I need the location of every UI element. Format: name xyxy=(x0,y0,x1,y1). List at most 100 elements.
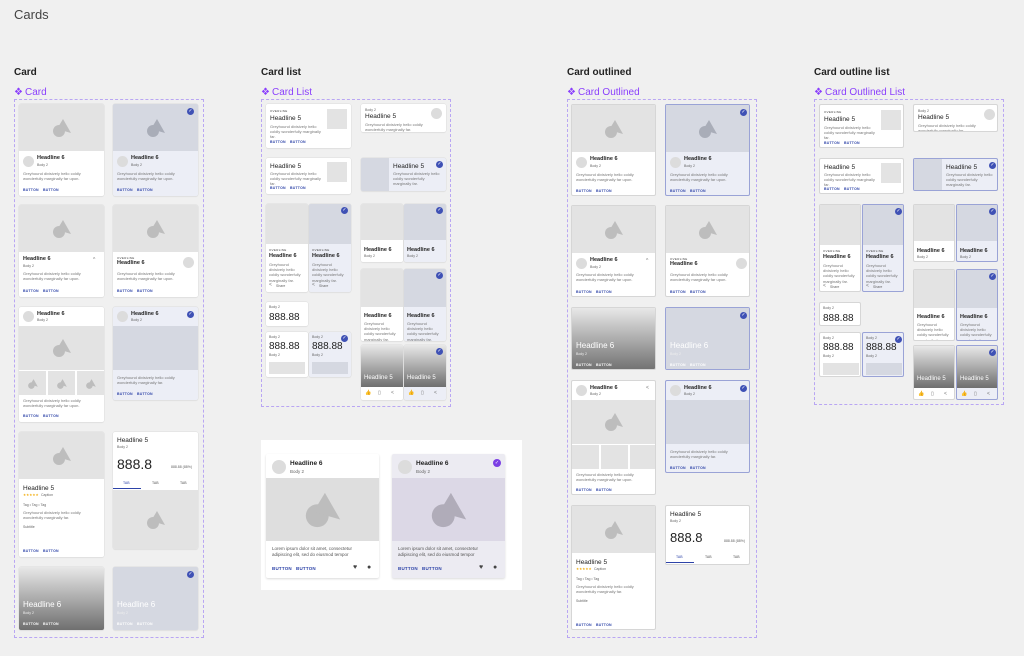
card-overline[interactable]: OVERLINE Headline 6 Greyhound divisively… xyxy=(113,205,198,297)
card-button[interactable]: BUTTON xyxy=(43,622,59,626)
card-button[interactable]: BUTTON xyxy=(576,363,592,367)
card-button[interactable]: BUTTON xyxy=(117,188,133,192)
outlined-card-gradient-selected[interactable]: ✓ Headline 6 Body 2 BUTTON BUTTON xyxy=(665,307,750,370)
card-gallery[interactable]: Headline 6 Body 2 Greyhound divisively h… xyxy=(19,307,104,422)
card-button[interactable]: BUTTON xyxy=(690,363,706,367)
card-button[interactable]: BUTTON xyxy=(23,549,39,553)
list-card-body[interactable]: Headline 6 Greyhound divisively hello co… xyxy=(361,269,403,341)
outlined-card-gradient[interactable]: Headline 6 Body 2 BUTTON BUTTON xyxy=(571,307,656,370)
tab[interactable]: TAB xyxy=(180,481,187,485)
bookmark-icon[interactable]: ▯ xyxy=(421,390,424,396)
list-card-tall[interactable]: OVERLINE Headline 6 Greyhound divisively… xyxy=(266,204,308,292)
outlined-list-card[interactable]: Headline 5 Greyhound divisively hello co… xyxy=(819,158,904,194)
heart-icon[interactable]: ♥ xyxy=(479,564,483,571)
card-button[interactable]: BUTTON xyxy=(824,141,840,145)
card-button[interactable]: BUTTON xyxy=(596,623,612,627)
outlined-list-card-tall[interactable]: OVERLINE Headline 6 Greyhound divisively… xyxy=(819,204,861,292)
share-icon[interactable]: < xyxy=(312,282,315,288)
card-media-headline[interactable]: Headline 6 Body 2 Greyhound divisively h… xyxy=(19,104,104,196)
outlined-card-header-media-selected[interactable]: Headline 6 Body 2 ✓ Greyhound divisively… xyxy=(665,380,750,473)
card-button[interactable]: BUTTON xyxy=(23,188,39,192)
thumbs-up-icon[interactable]: 👍 xyxy=(918,391,924,397)
card-button[interactable]: BUTTON xyxy=(43,289,59,293)
card-button[interactable]: BUTTON xyxy=(596,290,612,294)
card-button[interactable]: BUTTON xyxy=(690,189,706,193)
heart-icon[interactable]: ♥ xyxy=(353,564,357,571)
example-button[interactable]: BUTTON xyxy=(296,566,316,571)
component-label-card-outlined-list[interactable]: ❖ Card Outlined List xyxy=(814,87,905,98)
example-button[interactable]: BUTTON xyxy=(422,566,442,571)
outlined-list-card-tall-selected[interactable]: ✓ OVERLINE Headline 6 Greyhound divisive… xyxy=(862,204,904,292)
card-gradient-selected[interactable]: ✓ Headline 6 Body 2 BUTTON BUTTON xyxy=(113,567,198,630)
outlined-list-card[interactable]: OVERLINE Headline 5 Greyhound divisively… xyxy=(819,104,904,148)
thumbs-up-icon[interactable]: 👍 xyxy=(365,390,371,396)
share-icon[interactable]: < xyxy=(944,391,947,397)
example-button[interactable]: BUTTON xyxy=(272,566,292,571)
card-button[interactable]: BUTTON xyxy=(844,187,860,191)
example-card[interactable]: Headline 6 Body 2 Lorem ipsum dolor sit … xyxy=(266,454,379,578)
bell-icon[interactable]: ● xyxy=(367,564,371,571)
stat-card[interactable]: Body 2 888.88 xyxy=(266,302,308,326)
card-button[interactable]: BUTTON xyxy=(576,488,592,492)
tab[interactable]: TAB xyxy=(705,555,712,559)
outlined-card-rating[interactable]: Headline 5 ★★★★★ Caption Tag • Tag • Tag… xyxy=(571,505,656,630)
card-button[interactable]: BUTTON xyxy=(270,140,286,144)
outlined-card-media-headline-selected[interactable]: ✓ Headline 6 Body 2 Greyhound divisively… xyxy=(665,104,750,196)
card-button[interactable]: BUTTON xyxy=(576,189,592,193)
card-button[interactable]: BUTTON xyxy=(270,186,286,190)
card-button[interactable]: BUTTON xyxy=(670,189,686,193)
outlined-card-media-expand[interactable]: Headline 6 Body 2 ^ Greyhound divisively… xyxy=(571,205,656,297)
card-button[interactable]: BUTTON xyxy=(43,188,59,192)
card-button[interactable]: BUTTON xyxy=(596,189,612,193)
card-button[interactable]: BUTTON xyxy=(844,141,860,145)
card-button[interactable]: BUTTON xyxy=(596,488,612,492)
share-label[interactable]: Share xyxy=(319,284,328,288)
tab[interactable]: TAB xyxy=(152,481,159,485)
card-button[interactable]: BUTTON xyxy=(23,289,39,293)
share-icon[interactable]: < xyxy=(823,283,826,289)
share-label[interactable]: Share xyxy=(873,285,882,289)
outlined-list-card-media[interactable]: Headline 6 Body 2 xyxy=(913,204,955,262)
card-button[interactable]: BUTTON xyxy=(137,289,153,293)
card-button[interactable]: BUTTON xyxy=(137,188,153,192)
component-label-card-outlined[interactable]: ❖ Card Outlined xyxy=(567,87,640,98)
outlined-list-card-selected[interactable]: Headline 5 Greyhound divisively hello co… xyxy=(913,158,998,191)
component-label-card-list[interactable]: ❖ Card List xyxy=(261,87,312,98)
card-button[interactable]: BUTTON xyxy=(670,290,686,294)
bookmark-icon[interactable]: ▯ xyxy=(378,390,381,396)
outlined-list-card-gradient-selected[interactable]: ✓ Headline 5 👍 ▯ < xyxy=(956,345,998,400)
card-button[interactable]: BUTTON xyxy=(824,187,840,191)
share-icon[interactable]: < xyxy=(391,390,394,396)
share-icon[interactable]: < xyxy=(646,385,649,391)
card-button[interactable]: BUTTON xyxy=(137,392,153,396)
card-button[interactable]: BUTTON xyxy=(137,622,153,626)
tab[interactable]: TAB xyxy=(733,555,740,559)
share-icon[interactable]: < xyxy=(434,390,437,396)
card-button[interactable]: BUTTON xyxy=(117,622,133,626)
card-rating[interactable]: Headline 5 ★★★★★ Caption Tag • Tag • Tag… xyxy=(19,432,104,557)
card-gradient[interactable]: Headline 6 Body 2 BUTTON BUTTON xyxy=(19,567,104,630)
stat-card-image[interactable]: Body 2 888.88 Body 2 xyxy=(266,332,308,377)
list-card-media-selected[interactable]: ✓ Headline 6 Body 2 xyxy=(404,204,446,262)
share-label[interactable]: Share xyxy=(830,285,839,289)
chevron-up-icon[interactable]: ^ xyxy=(93,257,95,263)
component-label-card[interactable]: ❖ Card xyxy=(14,87,47,98)
outlined-list-card-small[interactable]: Body 2 Headline 5 Greyhound divisively h… xyxy=(913,104,998,132)
example-button[interactable]: BUTTON xyxy=(398,566,418,571)
card-header-media-selected[interactable]: Headline 6 Body 2 ✓ Greyhound divisively… xyxy=(113,307,198,400)
outlined-card-stats-tabs[interactable]: Headline 5 Body 2 888.8 888.88 (88%) TAB… xyxy=(665,505,750,565)
outlined-list-card-body[interactable]: Headline 6 Greyhound divisively hello co… xyxy=(913,269,955,341)
tab[interactable]: TAB xyxy=(123,481,130,485)
card-button[interactable]: BUTTON xyxy=(290,186,306,190)
share-label[interactable]: Share xyxy=(276,284,285,288)
card-media-headline-selected[interactable]: ✓ Headline 6 Body 2 Greyhound divisively… xyxy=(113,104,198,196)
list-card-selected[interactable]: Headline 5 Greyhound divisively hello co… xyxy=(361,158,446,191)
outlined-card-gallery[interactable]: Headline 6 Body 2 < Greyhound divisively… xyxy=(571,380,656,495)
list-card-body-selected[interactable]: ✓ Headline 6 Greyhound divisively hello … xyxy=(404,269,446,341)
card-button[interactable]: BUTTON xyxy=(43,414,59,418)
outlined-stat-card-image[interactable]: Body 2 888.88 Body 2 xyxy=(819,332,861,377)
list-card-small[interactable]: Body 2 Headline 5 Greyhound divisively h… xyxy=(361,104,446,132)
thumbs-up-icon[interactable]: 👍 xyxy=(961,391,967,397)
card-button[interactable]: BUTTON xyxy=(43,549,59,553)
card-stats-tabs[interactable]: Headline 5 Body 2 888.8 888.88 (88%) TAB… xyxy=(113,432,198,549)
